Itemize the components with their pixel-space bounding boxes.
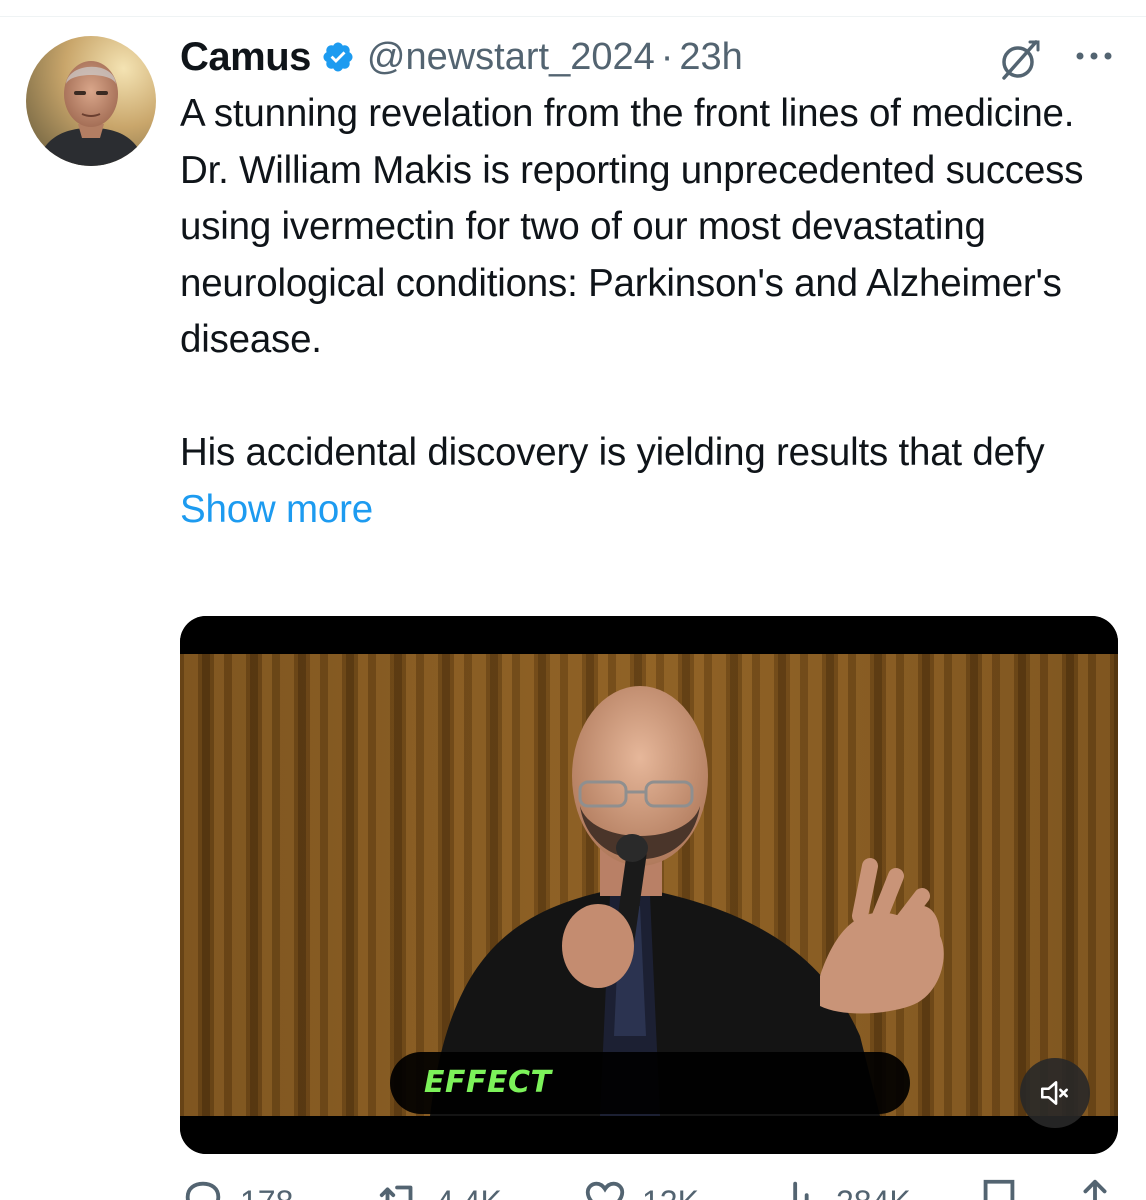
avatar-image: [26, 36, 156, 166]
separator-dot: ·: [660, 35, 674, 78]
share-icon: [1083, 1179, 1107, 1200]
tweet-text-paragraph-1: A stunning revelation from the front lin…: [180, 92, 1084, 361]
repost-count: 4.4K: [436, 1184, 502, 1200]
reply-button[interactable]: 178: [180, 1176, 293, 1200]
like-button[interactable]: 12K: [582, 1176, 699, 1200]
author-handle[interactable]: @newstart_2024: [367, 36, 655, 79]
views-count: 284K: [836, 1184, 911, 1200]
avatar[interactable]: [26, 36, 156, 166]
top-divider: [0, 16, 1146, 17]
grok-icon[interactable]: [996, 38, 1044, 82]
share-button[interactable]: [1072, 1176, 1118, 1200]
verified-badge-icon[interactable]: [321, 40, 355, 74]
heart-icon: [585, 1181, 625, 1200]
tweet-action-bar: 178 4.4K 12K 284K: [180, 1176, 1120, 1200]
like-count: 12K: [642, 1184, 699, 1200]
views-icon: [793, 1181, 809, 1200]
show-more-link[interactable]: Show more: [180, 488, 373, 531]
video-player[interactable]: EFFECT: [180, 616, 1118, 1154]
tweet-header: Camus @newstart_2024 · 23h: [180, 32, 743, 82]
tweet-text: A stunning revelation from the front lin…: [180, 86, 1120, 538]
video-caption: EFFECT: [424, 1065, 552, 1100]
repost-icon: [379, 1185, 413, 1200]
repost-button[interactable]: 4.4K: [376, 1176, 502, 1200]
mute-button[interactable]: [1020, 1058, 1090, 1128]
more-options-icon[interactable]: [1070, 38, 1118, 74]
author-display-name[interactable]: Camus: [180, 35, 311, 80]
views-button[interactable]: 284K: [776, 1176, 911, 1200]
tweet-timestamp[interactable]: 23h: [679, 36, 742, 79]
bookmark-icon: [983, 1179, 1015, 1200]
reply-count: 178: [240, 1184, 293, 1200]
speaker-muted-icon: [1040, 1081, 1068, 1105]
bookmark-button[interactable]: [976, 1176, 1022, 1200]
reply-icon: [185, 1181, 221, 1200]
tweet-text-paragraph-2: His accidental discovery is yielding res…: [180, 431, 1045, 474]
